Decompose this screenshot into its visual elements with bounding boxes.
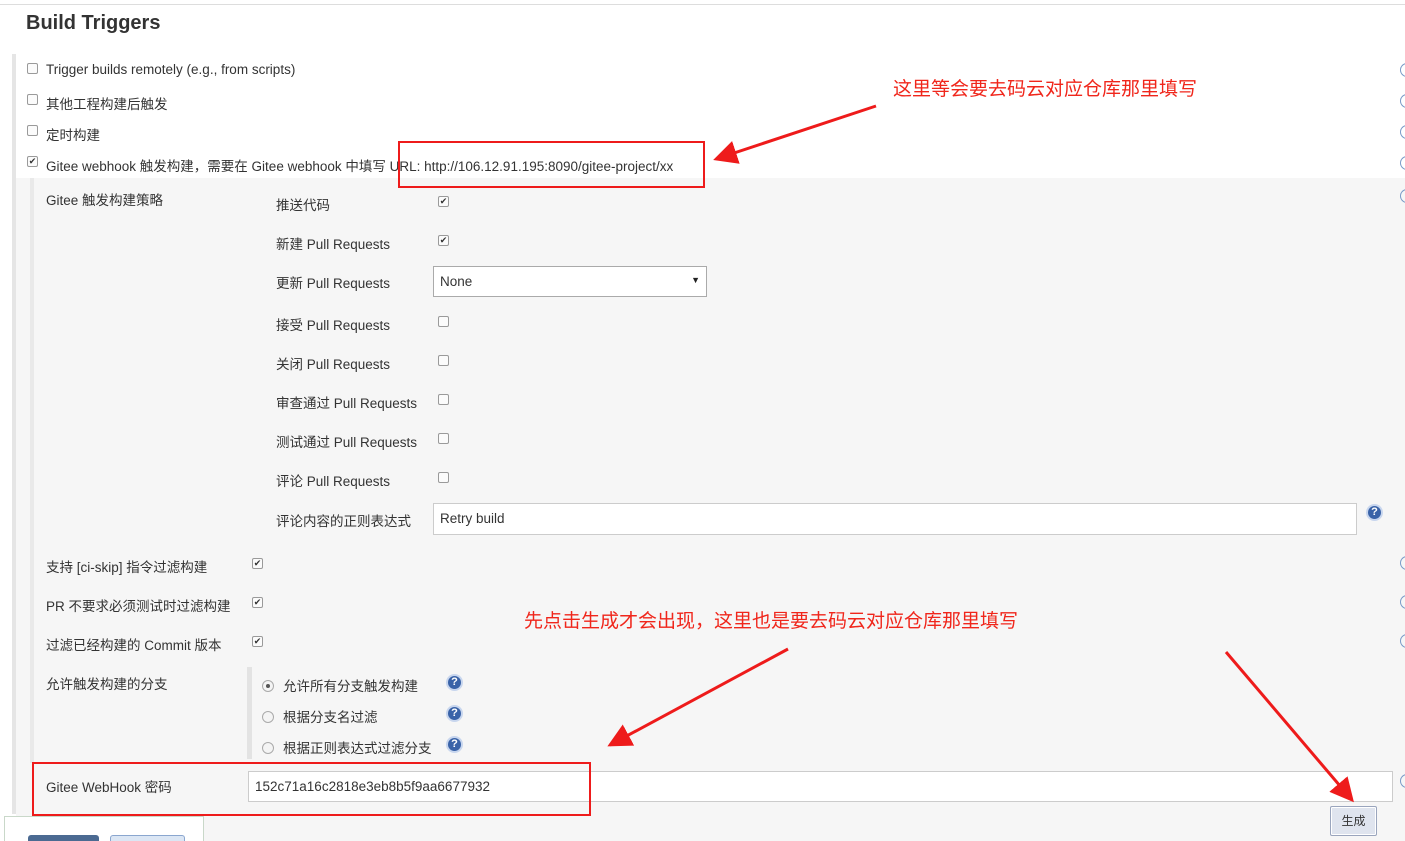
arrow-to-generate: [1224, 651, 1354, 803]
arrow-to-password: [607, 647, 789, 747]
annotation-arrows: [607, 104, 1354, 803]
arrow-to-url: [713, 104, 877, 164]
